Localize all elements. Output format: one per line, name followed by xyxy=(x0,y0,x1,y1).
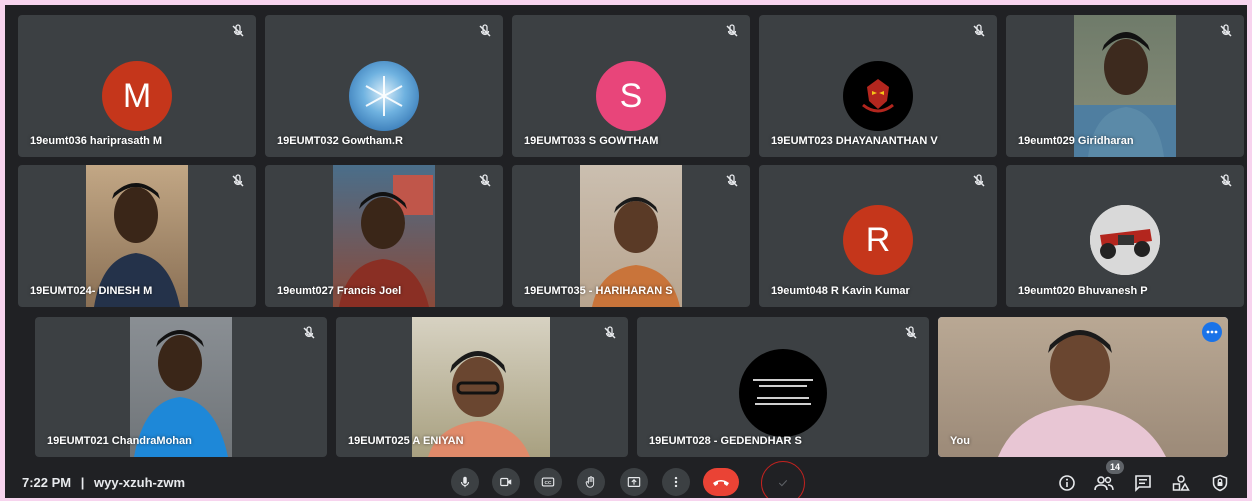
check-icon xyxy=(778,480,788,487)
participant-name: 19eumt048 R Kavin Kumar xyxy=(771,285,910,297)
raise-hand-button[interactable] xyxy=(577,468,605,496)
participant-name: 19eumt020 Bhuvanesh P xyxy=(1018,285,1148,297)
mic-off-icon xyxy=(303,326,315,339)
motorcycle-image xyxy=(1090,205,1160,275)
captions-icon: CC xyxy=(541,477,555,487)
host-controls-button[interactable] xyxy=(1209,472,1231,494)
activities-button[interactable] xyxy=(1170,472,1192,494)
mic-off-icon xyxy=(1220,24,1232,37)
participant-tile[interactable]: 19eumt020 Bhuvanesh P xyxy=(1006,165,1244,307)
quote-image xyxy=(753,379,813,405)
avatar: S xyxy=(596,61,666,131)
avatar xyxy=(1090,205,1160,275)
avatar xyxy=(739,349,827,437)
meeting-stage: M 19eumt036 hariprasath M 19EUMT032 Gowt… xyxy=(5,5,1247,498)
microphone-icon xyxy=(460,476,470,488)
participant-tile[interactable]: 19eumt029 Giridharan xyxy=(1006,15,1244,157)
participant-tile[interactable]: 19EUMT028 - GEDENDHAR S xyxy=(637,317,929,457)
chat-icon xyxy=(1135,475,1151,492)
present-screen-icon xyxy=(627,477,641,487)
participant-tile[interactable]: 19EUMT032 Gowtham.R xyxy=(265,15,503,157)
meeting-info: 7:22 PM | wyy-xzuh-zwm xyxy=(22,475,185,490)
mic-off-icon xyxy=(726,174,738,187)
participant-tile[interactable]: 19EUMT023 DHAYANANTHAN V xyxy=(759,15,997,157)
avatar xyxy=(843,61,913,131)
participant-name: 19EUMT028 - GEDENDHAR S xyxy=(649,435,802,447)
participant-tile[interactable]: S 19EUMT033 S GOWTHAM xyxy=(512,15,750,157)
mic-off-icon xyxy=(973,174,985,187)
mic-off-icon xyxy=(232,174,244,187)
mic-off-icon xyxy=(479,24,491,37)
participant-tile[interactable]: 19EUMT035 - HARIHARAN S xyxy=(512,165,750,307)
participant-tile[interactable]: 19EUMT021 ChandraMohan xyxy=(35,317,327,457)
microphone-button[interactable] xyxy=(451,468,479,496)
more-options-button[interactable] xyxy=(662,468,690,496)
people-icon xyxy=(1094,476,1114,491)
people-button[interactable] xyxy=(1093,472,1115,494)
self-view-tile[interactable]: You xyxy=(938,317,1228,457)
participant-name: 19eumt027 Francis Joel xyxy=(277,285,402,297)
participant-name: 19eumt036 hariprasath M xyxy=(30,135,163,147)
end-call-icon xyxy=(713,480,729,486)
avatar: M xyxy=(102,61,172,131)
participant-tile[interactable]: 19EUMT024- DINESH M xyxy=(18,165,256,307)
captions-button[interactable]: CC xyxy=(534,468,562,496)
svg-text:CC: CC xyxy=(545,480,552,486)
avatar: R xyxy=(843,205,913,275)
camera-icon xyxy=(500,477,512,487)
present-screen-button[interactable] xyxy=(620,468,648,496)
participant-name: 19EUMT021 ChandraMohan xyxy=(47,435,192,447)
mic-off-icon xyxy=(479,174,491,187)
chat-button[interactable] xyxy=(1132,472,1154,494)
participant-name: 19EUMT025 A ENIYAN xyxy=(348,435,464,447)
mic-off-icon xyxy=(1220,174,1232,187)
activities-icon xyxy=(1172,475,1190,491)
participant-name: 19eumt029 Giridharan xyxy=(1018,135,1134,147)
video-feed xyxy=(938,317,1228,457)
mic-off-icon xyxy=(905,326,917,339)
meeting-details-button[interactable] xyxy=(1056,472,1078,494)
snowflake-image xyxy=(365,76,403,116)
raise-hand-icon xyxy=(585,476,595,488)
participant-name: 19EUMT023 DHAYANANTHAN V xyxy=(771,135,938,147)
separator: | xyxy=(80,475,85,490)
host-controls-icon xyxy=(1212,474,1228,492)
recording-indicator xyxy=(761,461,805,498)
participant-name: You xyxy=(950,435,970,447)
mic-off-icon xyxy=(604,326,616,339)
participant-name: 19EUMT024- DINESH M xyxy=(30,285,153,297)
bottom-control-bar: 7:22 PM | wyy-xzuh-zwm CC 14 xyxy=(5,460,1247,498)
camera-button[interactable] xyxy=(492,468,520,496)
meeting-code: wyy-xzuh-zwm xyxy=(94,475,186,490)
participant-name: 19EUMT033 S GOWTHAM xyxy=(524,135,659,147)
participant-tile[interactable]: M 19eumt036 hariprasath M xyxy=(18,15,256,157)
participant-tile[interactable]: 19eumt027 Francis Joel xyxy=(265,165,503,307)
mic-off-icon xyxy=(726,24,738,37)
mic-off-icon xyxy=(973,24,985,37)
participant-tile[interactable]: R 19eumt048 R Kavin Kumar xyxy=(759,165,997,307)
ironman-logo-image xyxy=(862,79,894,113)
more-options-icon[interactable] xyxy=(1202,322,1222,342)
participant-name: 19EUMT035 - HARIHARAN S xyxy=(524,285,673,297)
clock-time: 7:22 PM xyxy=(22,475,72,490)
avatar xyxy=(349,61,419,131)
mic-off-icon xyxy=(232,24,244,37)
more-options-icon xyxy=(674,476,678,488)
participant-tile[interactable]: 19EUMT025 A ENIYAN xyxy=(336,317,628,457)
end-call-button[interactable] xyxy=(703,468,739,496)
info-icon xyxy=(1059,475,1075,491)
participant-name: 19EUMT032 Gowtham.R xyxy=(277,135,403,147)
